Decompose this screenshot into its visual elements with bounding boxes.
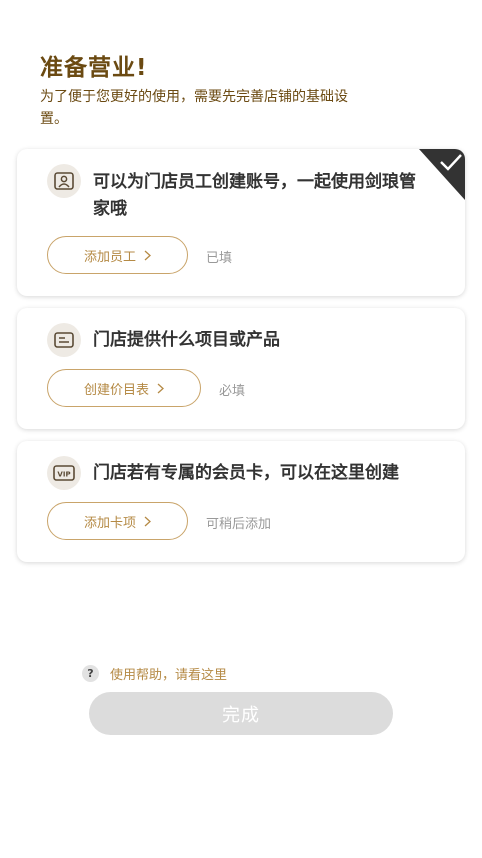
staff-card-text: 可以为门店员工创建账号，一起使用剑琅管家哦 [93,172,416,219]
help-link-label: 使用帮助，请看这里 [110,668,228,683]
help-link[interactable]: ? 使用帮助，请看这里 [82,664,227,683]
price-list-card: 门店提供什么项目或产品 创建价目表 必填 [17,308,465,429]
staff-status: 已填 [206,251,233,266]
add-card-item-label: 添加卡项 [83,515,136,531]
add-staff-button[interactable]: 添加员工 [47,236,188,274]
chevron-right-icon [144,516,151,527]
add-card-item-button[interactable]: 添加卡项 [47,502,188,540]
vip-card-icon: VIP [47,456,81,490]
completed-check-badge [419,149,465,200]
page-subtitle: 为了便于您更好的使用，需要先完善店铺的基础设置。 [40,89,348,127]
add-staff-label: 添加员工 [83,249,136,265]
member-card-status: 可稍后添加 [206,517,272,532]
staff-card-icon [47,164,81,198]
member-card-card: VIP 门店若有专属的会员卡，可以在这里创建 添加卡项 可稍后添加 [17,441,465,562]
setup-page: 准备营业! 为了便于您更好的使用，需要先完善店铺的基础设置。 可以为门店员工创建… [0,0,482,858]
page-title: 准备营业! [40,55,148,81]
chevron-right-icon [144,250,151,261]
price-list-icon [47,323,81,357]
member-card-text: 门店若有专属的会员卡，可以在这里创建 [93,463,399,483]
done-button[interactable]: 完成 [89,692,393,735]
create-price-list-label: 创建价目表 [83,382,149,398]
question-icon: ? [82,665,99,682]
price-list-card-text: 门店提供什么项目或产品 [93,330,280,350]
create-price-list-button[interactable]: 创建价目表 [47,369,201,407]
staff-setup-card: 可以为门店员工创建账号，一起使用剑琅管家哦 添加员工 已填 [17,149,465,296]
price-list-status: 必填 [219,384,246,399]
vip-icon-text: VIP [57,471,70,479]
chevron-right-icon [157,383,164,394]
